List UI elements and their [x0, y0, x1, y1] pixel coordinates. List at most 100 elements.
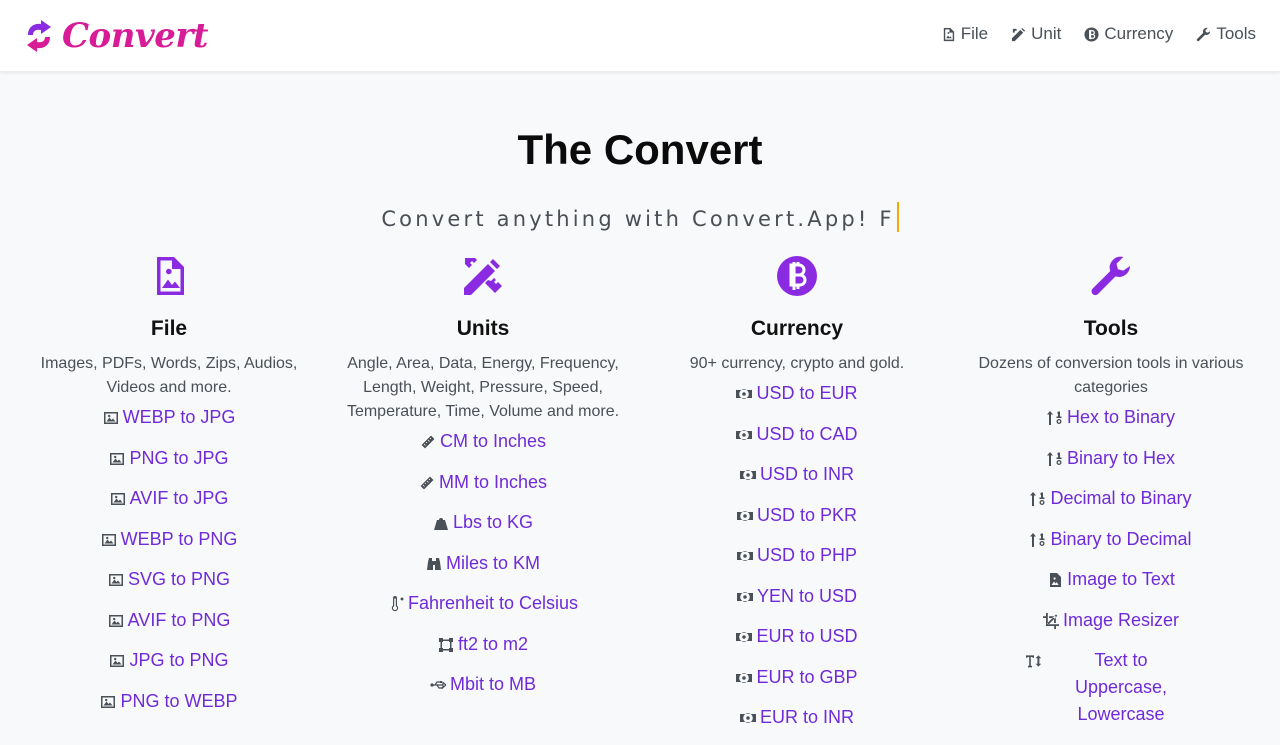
- list-item: Hex to Binary: [961, 404, 1261, 445]
- link-usd-to-php[interactable]: USD to PHP: [736, 542, 857, 569]
- link-usd-to-eur[interactable]: USD to EUR: [736, 380, 858, 407]
- image-icon: [110, 493, 125, 505]
- binoculars-icon: [426, 557, 441, 570]
- list-item: EUR to USD: [647, 623, 947, 664]
- link-webp-to-jpg[interactable]: WEBP to JPG: [103, 404, 235, 431]
- link-eur-to-usd[interactable]: EUR to USD: [736, 623, 858, 650]
- list-item: CM to Inches: [333, 428, 633, 469]
- file-links: WEBP to JPG PNG to JPG AVIF to JPG WEBP …: [19, 404, 319, 728]
- list-item: USD to INR: [647, 461, 947, 502]
- link-cm-to-inches[interactable]: CM to Inches: [420, 428, 546, 455]
- link-eur-to-inr[interactable]: EUR to INR: [739, 704, 854, 731]
- brand-logo-link[interactable]: Convert: [24, 16, 208, 56]
- list-item: Mbit to MB: [333, 671, 633, 712]
- image-icon: [101, 695, 116, 708]
- link-jpg-to-png[interactable]: JPG to PNG: [109, 647, 229, 674]
- sort-numeric-icon: [1030, 492, 1045, 506]
- link-fahrenheit-to-celsius[interactable]: Fahrenheit to Celsius: [388, 590, 578, 617]
- link-lbs-to-kg[interactable]: Lbs to KG: [433, 509, 533, 536]
- units-title: Units: [456, 317, 510, 340]
- money-bill-icon: [739, 713, 756, 723]
- link-usd-to-cad[interactable]: USD to CAD: [736, 421, 858, 448]
- list-item: Miles to KM: [333, 550, 633, 591]
- link-image-resizer[interactable]: Image Resizer: [1042, 607, 1179, 634]
- thermometer-icon: [391, 596, 404, 612]
- image-icon: [108, 574, 123, 586]
- list-item: PNG to WEBP: [19, 688, 319, 729]
- list-item: AVIF to PNG: [19, 607, 319, 648]
- link-usd-to-inr[interactable]: USD to INR: [739, 461, 854, 488]
- nav-currency[interactable]: Currency: [1084, 24, 1173, 44]
- link-miles-to-km[interactable]: Miles to KM: [426, 550, 540, 577]
- nav-unit[interactable]: Unit: [1011, 24, 1061, 44]
- main-nav: File Unit Currency Tools: [941, 24, 1256, 44]
- list-item: USD to EUR: [647, 380, 947, 421]
- bitcoin-icon: [1084, 26, 1099, 42]
- money-bill-icon: [736, 510, 753, 521]
- nav-tools-label: Tools: [1216, 24, 1256, 43]
- link-hex-to-binary[interactable]: Hex to Binary: [1046, 404, 1175, 431]
- link-svg-to-png[interactable]: SVG to PNG: [108, 566, 230, 593]
- wrench-icon: [1091, 256, 1130, 296]
- list-item: EUR to GBP: [647, 664, 947, 705]
- list-item: MM to Inches: [333, 469, 633, 510]
- image-icon: [108, 614, 123, 627]
- link-png-to-webp[interactable]: PNG to WEBP: [100, 688, 238, 715]
- link-decimal-to-binary[interactable]: Decimal to Binary: [1030, 485, 1192, 512]
- currency-title: Currency: [750, 317, 844, 340]
- money-bill-icon: [736, 551, 753, 561]
- file-image-icon: [943, 27, 954, 41]
- link-mm-to-inches[interactable]: MM to Inches: [419, 469, 547, 496]
- list-item: Lbs to KG: [333, 509, 633, 550]
- link-avif-to-jpg[interactable]: AVIF to JPG: [110, 485, 228, 512]
- tools-title: Tools: [1083, 317, 1139, 340]
- money-bill-icon: [736, 672, 753, 683]
- money-bill-icon: [739, 470, 756, 480]
- typing-subtitle: Convert anything with Convert.App! F: [0, 202, 1280, 232]
- link-usd-to-pkr[interactable]: USD to PKR: [736, 502, 857, 529]
- link-binary-to-decimal[interactable]: Binary to Decimal: [1030, 526, 1192, 553]
- money-bill-icon: [736, 429, 753, 440]
- list-item: Binary to Decimal: [961, 526, 1261, 567]
- link-avif-to-png[interactable]: AVIF to PNG: [108, 607, 230, 634]
- crop-icon: [1042, 612, 1059, 629]
- subtitle-text: Convert anything with Convert.App! F: [381, 207, 895, 231]
- image-icon: [103, 412, 118, 424]
- currency-description: 90+ currency, crypto and gold.: [689, 355, 905, 372]
- list-item: USD to CAD: [647, 421, 947, 462]
- link-png-to-jpg[interactable]: PNG to JPG: [109, 445, 229, 472]
- weight-icon: [433, 518, 448, 530]
- link-text-case[interactable]: Text to Uppercase, Lowercase: [1026, 647, 1196, 728]
- units-description: Angle, Area, Data, Energy, Frequency, Le…: [346, 355, 620, 420]
- list-item: JPG to PNG: [19, 647, 319, 688]
- list-item: EUR to INR: [647, 704, 947, 745]
- link-webp-to-png[interactable]: WEBP to PNG: [101, 526, 237, 553]
- units-links: CM to Inches MM to Inches Lbs to KG Mile…: [333, 428, 633, 712]
- list-item: Fahrenheit to Celsius: [333, 590, 633, 631]
- nav-unit-label: Unit: [1031, 24, 1062, 43]
- tools-links: Hex to Binary Binary to Hex Decimal to B…: [961, 404, 1261, 724]
- file-image-icon: [157, 257, 184, 295]
- currency-links: USD to EUR USD to CAD USD to INR USD to …: [647, 380, 947, 745]
- link-ft2-to-m2[interactable]: ft2 to m2: [438, 631, 528, 658]
- link-image-to-text[interactable]: Image to Text: [1047, 566, 1175, 593]
- link-yen-to-usd[interactable]: YEN to USD: [736, 583, 857, 610]
- money-bill-icon: [736, 389, 753, 399]
- tools-column: Tools Dozens of conversion tools in vari…: [961, 254, 1261, 724]
- image-icon: [101, 533, 116, 546]
- money-bill-icon: [736, 632, 753, 642]
- link-binary-to-hex[interactable]: Binary to Hex: [1046, 445, 1175, 472]
- link-mbit-to-mb[interactable]: Mbit to MB: [430, 671, 536, 698]
- wrench-icon: [1197, 27, 1211, 41]
- list-item: WEBP to JPG: [19, 404, 319, 445]
- ruler-icon: [419, 474, 435, 491]
- sort-numeric-icon: [1046, 451, 1062, 466]
- currency-column: Currency 90+ currency, crypto and gold. …: [647, 254, 947, 745]
- money-bill-icon: [736, 591, 753, 602]
- list-item: Image Resizer: [961, 607, 1261, 648]
- nav-file[interactable]: File: [941, 24, 988, 44]
- brand-name: Convert: [62, 16, 208, 56]
- nav-tools[interactable]: Tools: [1196, 24, 1256, 44]
- link-eur-to-gbp[interactable]: EUR to GBP: [736, 664, 858, 691]
- list-item: AVIF to JPG: [19, 485, 319, 526]
